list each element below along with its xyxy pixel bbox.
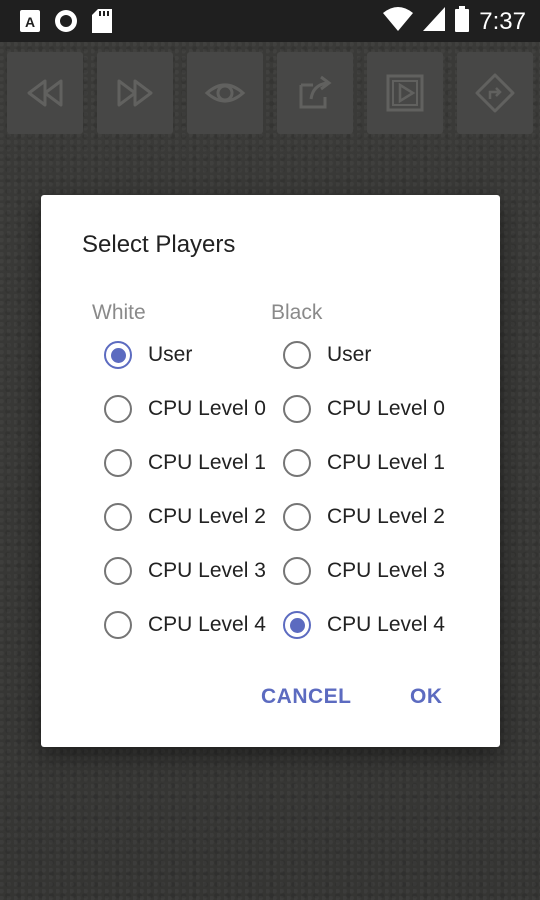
black-option[interactable]: User xyxy=(283,335,371,375)
status-bar: A 7:37 xyxy=(0,0,540,42)
battery-icon xyxy=(455,6,470,37)
white-option[interactable]: CPU Level 0 xyxy=(104,389,266,429)
white-option[interactable]: CPU Level 1 xyxy=(104,443,266,483)
dialog-title: Select Players xyxy=(82,231,236,258)
black-option[interactable]: CPU Level 4 xyxy=(283,605,445,645)
black-option[interactable]: CPU Level 3 xyxy=(283,551,445,591)
radio-selected-dot xyxy=(110,347,126,363)
radio-button[interactable] xyxy=(104,341,132,369)
white-option[interactable]: CPU Level 2 xyxy=(104,497,266,537)
select-players-dialog: Select Players White Black User CPU Level… xyxy=(41,195,500,747)
circle-notification-icon xyxy=(54,9,78,38)
radio-button[interactable] xyxy=(104,557,132,585)
radio-button[interactable] xyxy=(283,611,311,639)
black-option[interactable]: CPU Level 1 xyxy=(283,443,445,483)
radio-button[interactable] xyxy=(283,557,311,585)
white-column-header: White xyxy=(92,301,146,324)
black-column-header: Black xyxy=(271,301,323,324)
radio-label: CPU Level 3 xyxy=(148,559,266,582)
clock-time: 7:37 xyxy=(479,7,526,35)
radio-label: CPU Level 0 xyxy=(327,397,445,420)
radio-label: CPU Level 1 xyxy=(327,451,445,474)
radio-label: CPU Level 2 xyxy=(327,505,445,528)
cancel-button[interactable]: CANCEL xyxy=(261,685,352,709)
svg-text:A: A xyxy=(25,14,35,30)
radio-label: User xyxy=(148,343,193,366)
radio-button[interactable] xyxy=(104,503,132,531)
radio-label: CPU Level 4 xyxy=(148,613,266,636)
radio-label: CPU Level 4 xyxy=(327,613,445,636)
radio-selected-dot xyxy=(289,617,305,633)
radio-label: User xyxy=(327,343,372,366)
radio-button[interactable] xyxy=(104,449,132,477)
white-option[interactable]: User xyxy=(104,335,192,375)
ok-button[interactable]: OK xyxy=(410,685,443,709)
radio-label: CPU Level 1 xyxy=(148,451,266,474)
radio-button[interactable] xyxy=(104,611,132,639)
wifi-icon xyxy=(383,7,414,36)
black-option[interactable]: CPU Level 0 xyxy=(283,389,445,429)
radio-button[interactable] xyxy=(104,395,132,423)
radio-button[interactable] xyxy=(283,395,311,423)
white-option[interactable]: CPU Level 4 xyxy=(104,605,266,645)
white-option[interactable]: CPU Level 3 xyxy=(104,551,266,591)
black-option[interactable]: CPU Level 2 xyxy=(283,497,445,537)
a-notification-icon: A xyxy=(20,10,40,37)
radio-label: CPU Level 2 xyxy=(148,505,266,528)
radio-button[interactable] xyxy=(283,503,311,531)
radio-label: CPU Level 0 xyxy=(148,397,266,420)
radio-button[interactable] xyxy=(283,341,311,369)
radio-button[interactable] xyxy=(283,449,311,477)
sd-card-icon xyxy=(92,9,112,38)
signal-icon xyxy=(423,7,446,36)
radio-label: CPU Level 3 xyxy=(327,559,445,582)
